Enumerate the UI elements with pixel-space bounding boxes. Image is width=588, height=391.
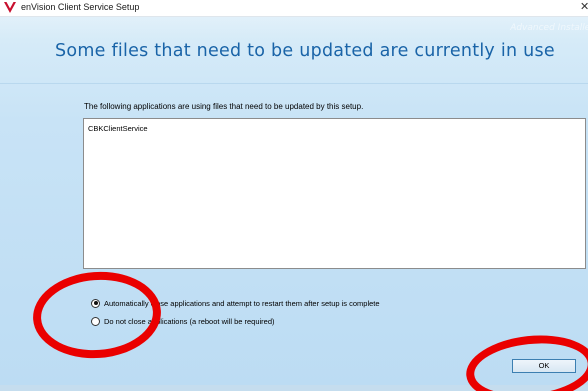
page-title: Some files that need to be updated are c… — [55, 41, 555, 61]
do-not-close-label[interactable]: Do not close applications (a reboot will… — [104, 317, 275, 326]
do-not-close-option[interactable]: Do not close applications (a reboot will… — [91, 315, 275, 327]
ok-button[interactable]: OK — [512, 359, 576, 373]
auto-close-option[interactable]: Automatically close applications and att… — [91, 297, 380, 309]
brand-watermark: Advanced Installer — [510, 23, 588, 33]
auto-close-radio[interactable] — [91, 298, 100, 308]
title-bar: enVision Client Service Setup ✕ — [0, 0, 588, 17]
bottom-strip — [0, 385, 588, 391]
description-text: The following applications are using fil… — [84, 102, 364, 111]
close-icon[interactable]: ✕ — [580, 2, 588, 13]
applications-list[interactable]: CBKClientService — [83, 118, 586, 269]
header-divider — [0, 83, 588, 84]
envision-logo-icon — [4, 2, 16, 13]
auto-close-label[interactable]: Automatically close applications and att… — [104, 299, 380, 308]
window-title: enVision Client Service Setup — [21, 2, 140, 12]
do-not-close-radio[interactable] — [91, 316, 100, 326]
list-item[interactable]: CBKClientService — [88, 124, 148, 133]
setup-window: enVision Client Service Setup ✕ Advanced… — [0, 0, 588, 391]
